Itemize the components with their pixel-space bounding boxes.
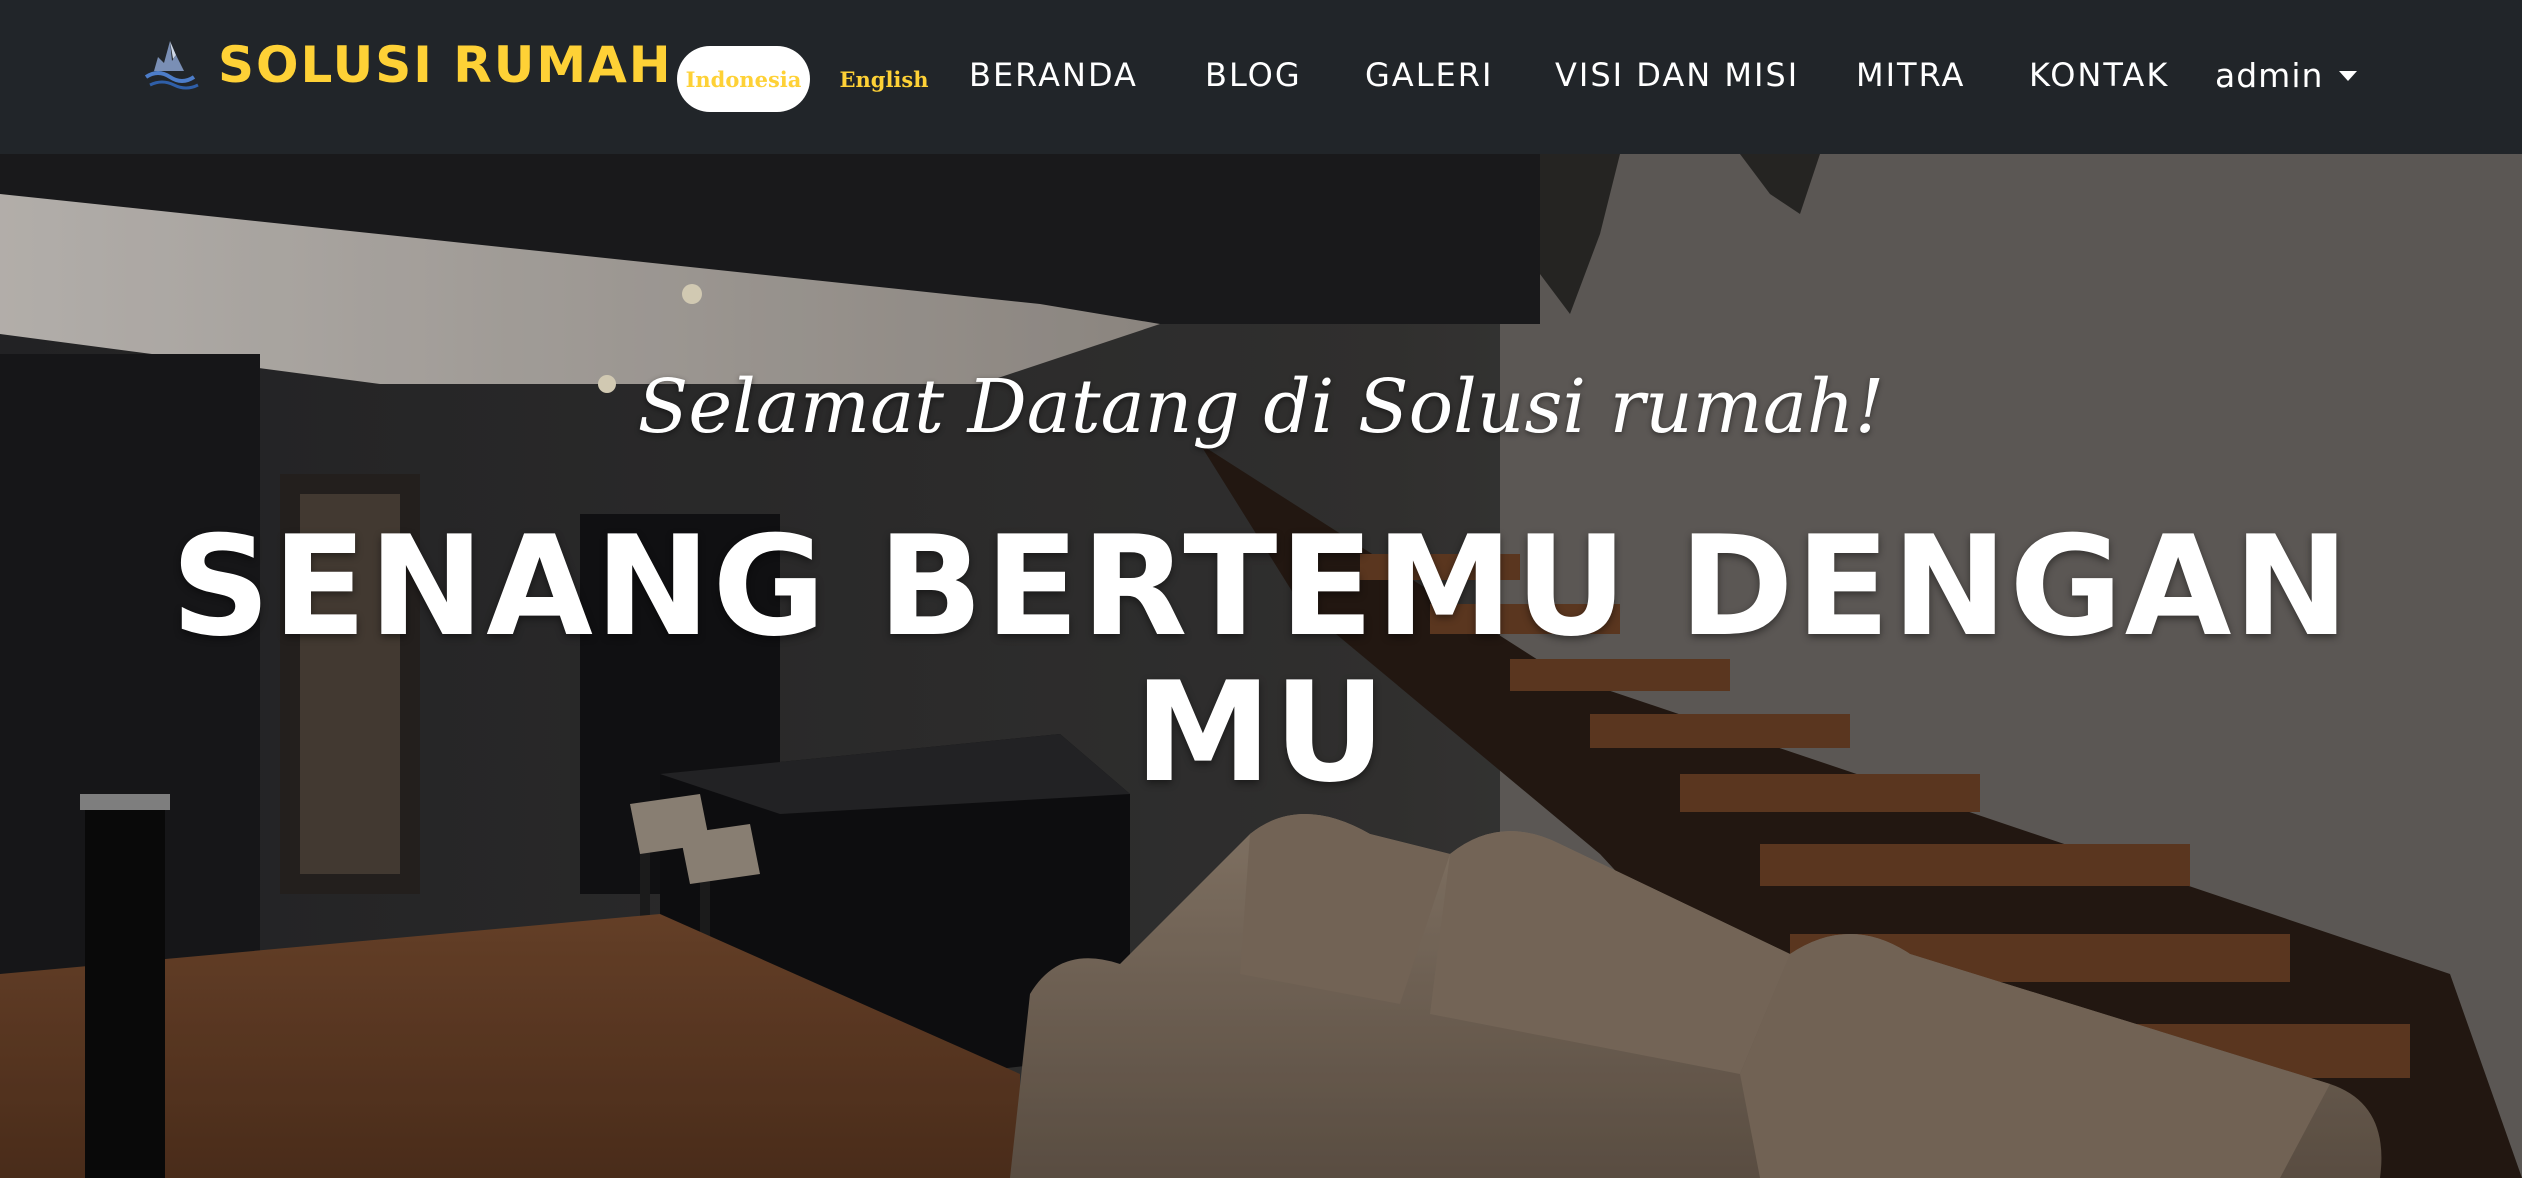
hero-heading: SENANG BERTEMU DENGAN MU	[171, 506, 2351, 813]
mountain-water-logo-icon	[144, 41, 199, 90]
user-menu-label: admin	[2215, 55, 2324, 95]
hero-subtitle: Selamat Datang di Solusi rumah!	[637, 364, 1885, 450]
caret-down-icon	[2339, 71, 2358, 81]
nav-item-beranda[interactable]: BERANDA	[969, 52, 1138, 98]
nav-item-mitra[interactable]: MITRA	[1856, 52, 1965, 98]
nav-item-visi-dan-misi[interactable]: VISI DAN MISI	[1555, 52, 1799, 98]
navbar: SOLUSI RUMAH Indonesia English BERANDA B…	[0, 0, 2522, 154]
nav-item-kontak[interactable]: KONTAK	[2029, 52, 2169, 98]
user-menu-dropdown[interactable]: admin	[2215, 52, 2358, 98]
language-indonesia-button[interactable]: Indonesia	[677, 46, 810, 112]
nav-item-blog[interactable]: BLOG	[1205, 52, 1302, 98]
language-english-button[interactable]: English	[834, 46, 934, 112]
hero-section: Selamat Datang di Solusi rumah! SENANG B…	[0, 154, 2522, 1178]
brand-name: SOLUSI RUMAH	[218, 36, 673, 94]
brand-logo-link[interactable]: SOLUSI RUMAH	[140, 30, 673, 100]
nav-item-galeri[interactable]: GALERI	[1365, 52, 1493, 98]
